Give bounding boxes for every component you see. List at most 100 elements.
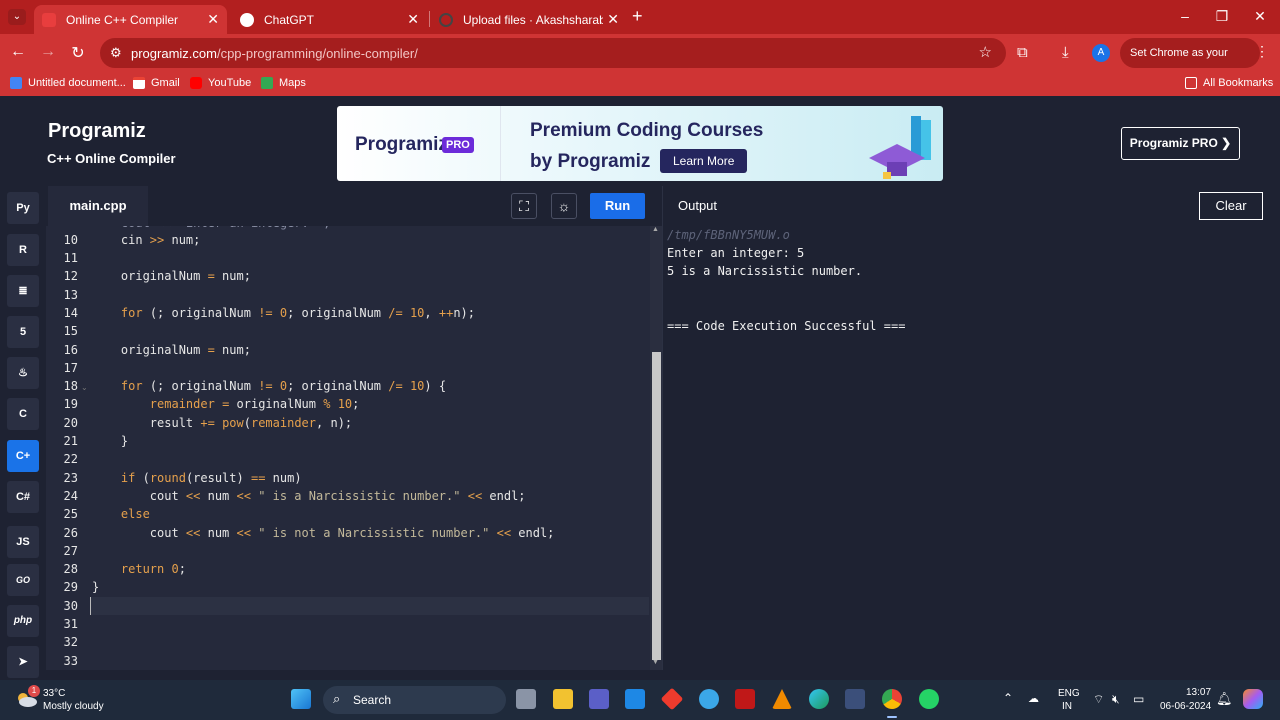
weather-temperature[interactable]: 33°C: [43, 688, 65, 699]
volume-muted-icon[interactable]: 🔇︎: [1112, 692, 1120, 707]
programiz-favicon-icon: [42, 12, 56, 27]
whatsapp-icon[interactable]: [919, 689, 939, 709]
close-tab-icon[interactable]: ✕: [407, 11, 419, 28]
devhome-icon[interactable]: [845, 689, 865, 709]
lang-csharp-icon[interactable]: C#: [7, 481, 39, 513]
fold-arrow-icon[interactable]: ⌄: [81, 383, 88, 392]
code-line-21: }: [92, 434, 129, 448]
browser-tab-strip: ⌄ Online C++ Compiler ✕ ChatGPT ✕ Upload…: [0, 0, 1280, 34]
network-status-icon[interactable]: ☁: [1028, 692, 1039, 705]
downloads-icon[interactable]: ⤓: [1062, 44, 1069, 61]
theme-toggle-sun-icon[interactable]: ☼: [551, 193, 577, 219]
edge-icon[interactable]: [809, 689, 829, 709]
lang-cpp-icon[interactable]: C+: [7, 440, 39, 472]
code-line-24: cout << num << " is a Narcissistic numbe…: [92, 489, 526, 503]
microsoft-store-icon[interactable]: [625, 689, 645, 709]
chrome-icon[interactable]: [882, 689, 902, 709]
output-success-message: === Code Execution Successful ===: [667, 319, 906, 333]
fullscreen-icon[interactable]: ⛶: [511, 193, 537, 219]
editor-scroll-thumb[interactable]: [652, 352, 661, 660]
forward-arrow-icon[interactable]: →: [38, 43, 58, 61]
copilot-icon[interactable]: [1243, 689, 1263, 709]
teams-icon[interactable]: [589, 689, 609, 709]
file-explorer-icon[interactable]: [553, 689, 573, 709]
clock-date[interactable]: 06-06-2024: [1160, 701, 1211, 712]
lang-swift-icon[interactable]: ➤: [7, 646, 39, 678]
address-bar[interactable]: ⚙ programiz.com/cpp-programming/online-c…: [100, 38, 1006, 68]
programiz-pro-button[interactable]: Programiz PRO ❯: [1121, 127, 1240, 160]
lang-go-icon[interactable]: GO: [7, 564, 39, 596]
new-tab-plus-icon[interactable]: +: [632, 6, 643, 27]
file-tab-main-cpp[interactable]: main.cpp: [48, 186, 148, 226]
code-editor[interactable]: cout << "Enter an integer: "; 10 11 12 1…: [46, 226, 663, 670]
weather-description[interactable]: Mostly cloudy: [43, 701, 104, 712]
wifi-icon[interactable]: ⌔: [1093, 692, 1104, 707]
editor-scrollbar[interactable]: ▲ ▼: [650, 226, 662, 670]
scroll-down-arrow-icon[interactable]: ▼: [652, 659, 659, 666]
extensions-puzzle-icon[interactable]: ⧉: [1017, 44, 1028, 61]
anydesk-icon[interactable]: [660, 687, 684, 711]
line-number: 10: [63, 233, 78, 247]
line-number: 25: [63, 507, 78, 521]
profile-avatar[interactable]: A: [1092, 44, 1110, 62]
vlc-icon[interactable]: [772, 689, 792, 709]
run-button[interactable]: Run: [590, 193, 645, 219]
clock-time[interactable]: 13:07: [1186, 687, 1211, 698]
battery-icon[interactable]: ▭: [1133, 692, 1144, 706]
bookmarks-bar: Untitled document... Gmail YouTube Maps …: [0, 72, 1280, 96]
lang-html-icon[interactable]: 5: [7, 316, 39, 348]
windows-start-icon[interactable]: [291, 689, 311, 709]
minimize-icon[interactable]: –: [1175, 8, 1195, 24]
line-number: 29: [63, 580, 78, 594]
lang-sql-icon[interactable]: ≣: [7, 275, 39, 307]
line-number: 16: [63, 343, 78, 357]
lang-javascript-icon[interactable]: JS: [7, 526, 39, 558]
learn-more-button[interactable]: Learn More: [660, 149, 748, 173]
all-bookmarks[interactable]: All Bookmarks: [1185, 77, 1273, 89]
pro-banner[interactable]: Programiz PRO Premium Coding Courses by …: [337, 106, 943, 181]
banner-headline: Premium Coding Courses: [530, 120, 764, 141]
close-window-icon[interactable]: ✕: [1250, 8, 1270, 25]
site-info-icon[interactable]: ⚙: [110, 45, 122, 61]
bookmark-maps[interactable]: Maps: [261, 77, 306, 89]
language-indicator-eng[interactable]: ENG: [1058, 688, 1080, 699]
tab-search-dropdown[interactable]: ⌄: [8, 9, 26, 25]
tab-upload-files[interactable]: Upload files · Akashsharabu/DS ✕: [431, 5, 627, 34]
notifications-bell-icon[interactable]: 🔔︎: [1216, 691, 1233, 707]
close-tab-icon[interactable]: ✕: [607, 11, 619, 28]
output-console: /tmp/fBBnNY5MUW.o Enter an integer: 5 5 …: [663, 226, 1280, 680]
scroll-up-arrow-icon[interactable]: ▲: [652, 226, 659, 233]
reload-icon[interactable]: ↻: [68, 43, 88, 63]
lang-python-icon[interactable]: Py: [7, 192, 39, 224]
code-line-10: cin >> num;: [92, 233, 201, 247]
code-line-29: }: [92, 580, 100, 594]
banner-divider: [500, 106, 501, 181]
language-indicator-in[interactable]: IN: [1062, 701, 1072, 712]
set-default-button[interactable]: Set Chrome as your default: [1120, 38, 1260, 89]
show-hidden-icons-chevron-icon[interactable]: ⌃: [1003, 691, 1013, 705]
lang-php-icon[interactable]: php: [7, 605, 39, 637]
output-title: Output: [678, 198, 718, 213]
close-tab-icon[interactable]: ✕: [207, 11, 219, 28]
mcafee-icon[interactable]: [735, 689, 755, 709]
bookmark-star-icon[interactable]: ☆: [979, 43, 992, 61]
lang-c-icon[interactable]: C: [7, 398, 39, 430]
programiz-logo[interactable]: Programiz: [48, 120, 146, 143]
bookmark-untitled-document[interactable]: Untitled document...: [10, 77, 126, 89]
clear-button[interactable]: Clear: [1199, 192, 1263, 220]
tab-chatgpt[interactable]: ChatGPT ✕: [232, 5, 427, 34]
windows-taskbar: 1 33°C Mostly cloudy ⌕ Search ⌃ ☁ ENG IN…: [0, 680, 1280, 720]
lang-r-icon[interactable]: R: [7, 234, 39, 266]
taskbar-search[interactable]: ⌕ Search: [323, 686, 506, 714]
task-view-icon[interactable]: [516, 689, 536, 709]
back-arrow-icon[interactable]: ←: [8, 43, 28, 61]
search-label: Search: [353, 693, 392, 707]
google-docs-icon: [10, 77, 22, 89]
bookmark-gmail[interactable]: Gmail: [133, 77, 180, 89]
bookmark-youtube[interactable]: YouTube: [190, 77, 251, 89]
lang-java-icon[interactable]: ♨: [7, 357, 39, 389]
tab-online-cpp-compiler[interactable]: Online C++ Compiler ✕: [34, 5, 227, 34]
maximize-icon[interactable]: ❐: [1212, 8, 1232, 25]
weather-app-icon[interactable]: [699, 689, 719, 709]
browser-menu-icon[interactable]: ⋮: [1255, 43, 1269, 60]
